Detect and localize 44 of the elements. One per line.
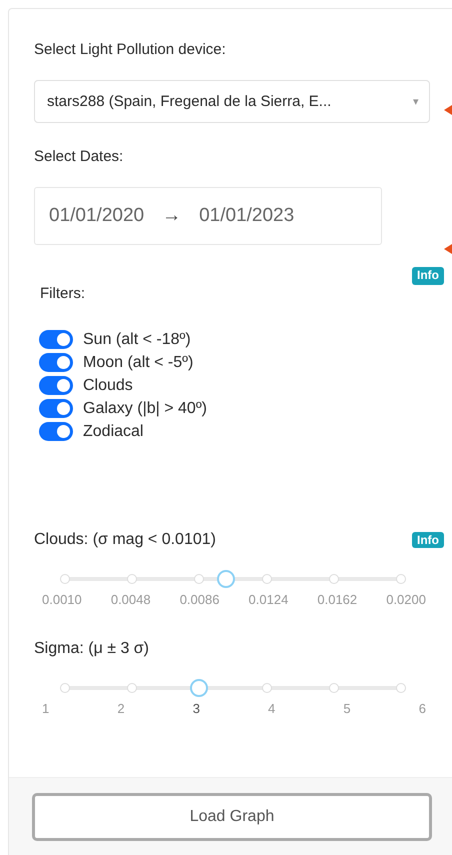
tick-dot bbox=[60, 683, 70, 693]
tick-label: 2 bbox=[117, 701, 125, 718]
toggle-label: Galaxy (|b| > 40º) bbox=[83, 400, 207, 418]
tick-dot bbox=[262, 683, 272, 693]
tick-dot bbox=[262, 574, 272, 584]
tick-label: 1 bbox=[42, 701, 50, 718]
tick-dot bbox=[127, 683, 138, 693]
section-label: Filters: bbox=[40, 285, 85, 302]
tick-label: 0.0124 bbox=[248, 592, 288, 609]
tick-dot bbox=[396, 683, 406, 693]
toggle-label: Clouds bbox=[83, 376, 133, 394]
tick-dot bbox=[194, 574, 204, 584]
toggle-label: Zodiacal bbox=[83, 422, 144, 440]
slider-thumb[interactable] bbox=[190, 679, 208, 697]
slider-label: Sigma: (μ ± 3 σ) bbox=[34, 640, 150, 658]
toggle-switch[interactable] bbox=[39, 376, 73, 395]
tick-label: 0.0086 bbox=[180, 592, 220, 609]
tick-label: 3 bbox=[192, 701, 200, 718]
tick-label: 0.0162 bbox=[317, 592, 358, 609]
toggle-switch[interactable] bbox=[39, 399, 73, 418]
tick-label: 5 bbox=[343, 701, 351, 718]
toggle-label: Sun (alt < -18º) bbox=[83, 330, 191, 348]
field-label: Select Light Pollution device: bbox=[34, 41, 226, 58]
slider-label: Clouds: (σ mag < 0.0101) bbox=[34, 531, 216, 549]
tick-label: 0.0200 bbox=[386, 592, 426, 609]
device-select[interactable]: stars288 (Spain, Fregenal de la Sierra, E... ▾ bbox=[34, 80, 430, 123]
tick-dot bbox=[328, 574, 339, 584]
tick-label: 0.0010 bbox=[42, 592, 82, 609]
field-label: Select Dates: bbox=[34, 148, 124, 165]
tick-dot bbox=[60, 574, 70, 584]
slider-thumb[interactable] bbox=[216, 570, 235, 588]
tick-label: 0.0048 bbox=[110, 592, 151, 609]
tick-label: 6 bbox=[418, 701, 426, 718]
tick-label: 4 bbox=[268, 701, 276, 718]
toggle-switch[interactable] bbox=[39, 353, 73, 372]
tick-dot bbox=[328, 683, 339, 693]
toggle-switch[interactable] bbox=[39, 422, 73, 441]
toggle-label: Moon (alt < -5º) bbox=[83, 354, 194, 372]
toggle-switch[interactable] bbox=[39, 330, 73, 349]
tick-dot bbox=[127, 574, 138, 584]
tick-dot bbox=[396, 574, 406, 584]
caret-icon: ▾ bbox=[413, 95, 419, 108]
load-graph-button[interactable]: Load Graph bbox=[32, 793, 432, 841]
date-range-field[interactable]: 01/01/2020 → 01/01/2023 bbox=[34, 187, 382, 245]
